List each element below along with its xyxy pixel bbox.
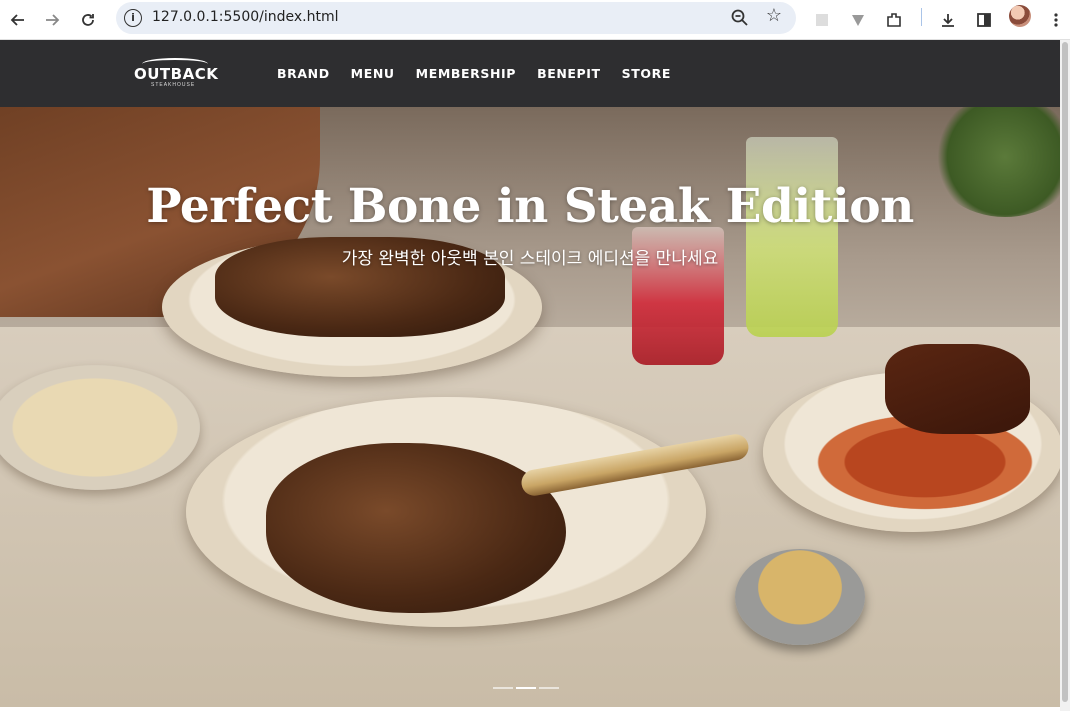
hero-headline: Perfect Bone in Steak Edition bbox=[146, 179, 914, 234]
page-scrollbar[interactable] bbox=[1060, 40, 1070, 711]
nav-item-benefit[interactable]: BENEPIT bbox=[537, 66, 601, 81]
nav-item-membership[interactable]: MEMBERSHIP bbox=[416, 66, 516, 81]
page-bottom-strip bbox=[0, 707, 1060, 711]
hero-subline: 가장 완벽한 아웃백 본인 스테이크 에디션을 만나세요 bbox=[341, 249, 719, 269]
vivaldi-extension-icon[interactable] bbox=[844, 6, 872, 34]
hero-banner: Perfect Bone in Steak Edition 가장 완벽한 아웃백… bbox=[0, 107, 1060, 707]
site-info-icon[interactable]: i bbox=[124, 9, 142, 27]
zoom-icon[interactable] bbox=[728, 6, 752, 30]
reload-icon[interactable] bbox=[74, 6, 102, 34]
main-nav: BRAND MENU MEMBERSHIP BENEPIT STORE bbox=[277, 66, 692, 81]
nav-item-store[interactable]: STORE bbox=[622, 66, 671, 81]
slide-indicator bbox=[493, 687, 559, 689]
site-header: OUTBACK STEAKHOUSE BRAND MENU MEMBERSHIP… bbox=[0, 40, 1060, 107]
bookmark-star-icon[interactable]: ☆ bbox=[766, 5, 782, 26]
profile-avatar[interactable] bbox=[1009, 5, 1031, 27]
ribs-image bbox=[885, 344, 1030, 434]
sidebar-icon[interactable] bbox=[970, 6, 998, 34]
menu-kebab-icon[interactable] bbox=[1042, 6, 1070, 34]
downloads-icon[interactable] bbox=[934, 6, 962, 34]
address-bar[interactable]: i 127.0.0.1:5500/index.html ☆ bbox=[116, 2, 796, 34]
nav-item-brand[interactable]: BRAND bbox=[277, 66, 330, 81]
slide-dot-3[interactable] bbox=[539, 687, 559, 689]
nav-item-menu[interactable]: MENU bbox=[351, 66, 395, 81]
extension-icon[interactable] bbox=[880, 6, 908, 34]
logo-subtext: STEAKHOUSE bbox=[151, 82, 196, 88]
outback-logo[interactable]: OUTBACK STEAKHOUSE bbox=[134, 58, 218, 90]
url-text[interactable]: 127.0.0.1:5500/index.html bbox=[152, 9, 339, 25]
browser-toolbar: i 127.0.0.1:5500/index.html ☆ bbox=[0, 0, 1070, 40]
back-icon[interactable] bbox=[4, 6, 32, 34]
scrollbar-thumb[interactable] bbox=[1062, 42, 1068, 702]
logo-wordmark: OUTBACK bbox=[134, 65, 219, 83]
toolbar-divider bbox=[921, 8, 922, 26]
slide-dot-2[interactable] bbox=[516, 687, 536, 689]
seasoning-pot-image bbox=[735, 549, 865, 645]
extension-puzzle-grey-icon[interactable] bbox=[808, 6, 836, 34]
slide-dot-1[interactable] bbox=[493, 687, 513, 689]
green-drink-glass-image bbox=[746, 137, 838, 337]
forward-icon[interactable] bbox=[38, 6, 66, 34]
